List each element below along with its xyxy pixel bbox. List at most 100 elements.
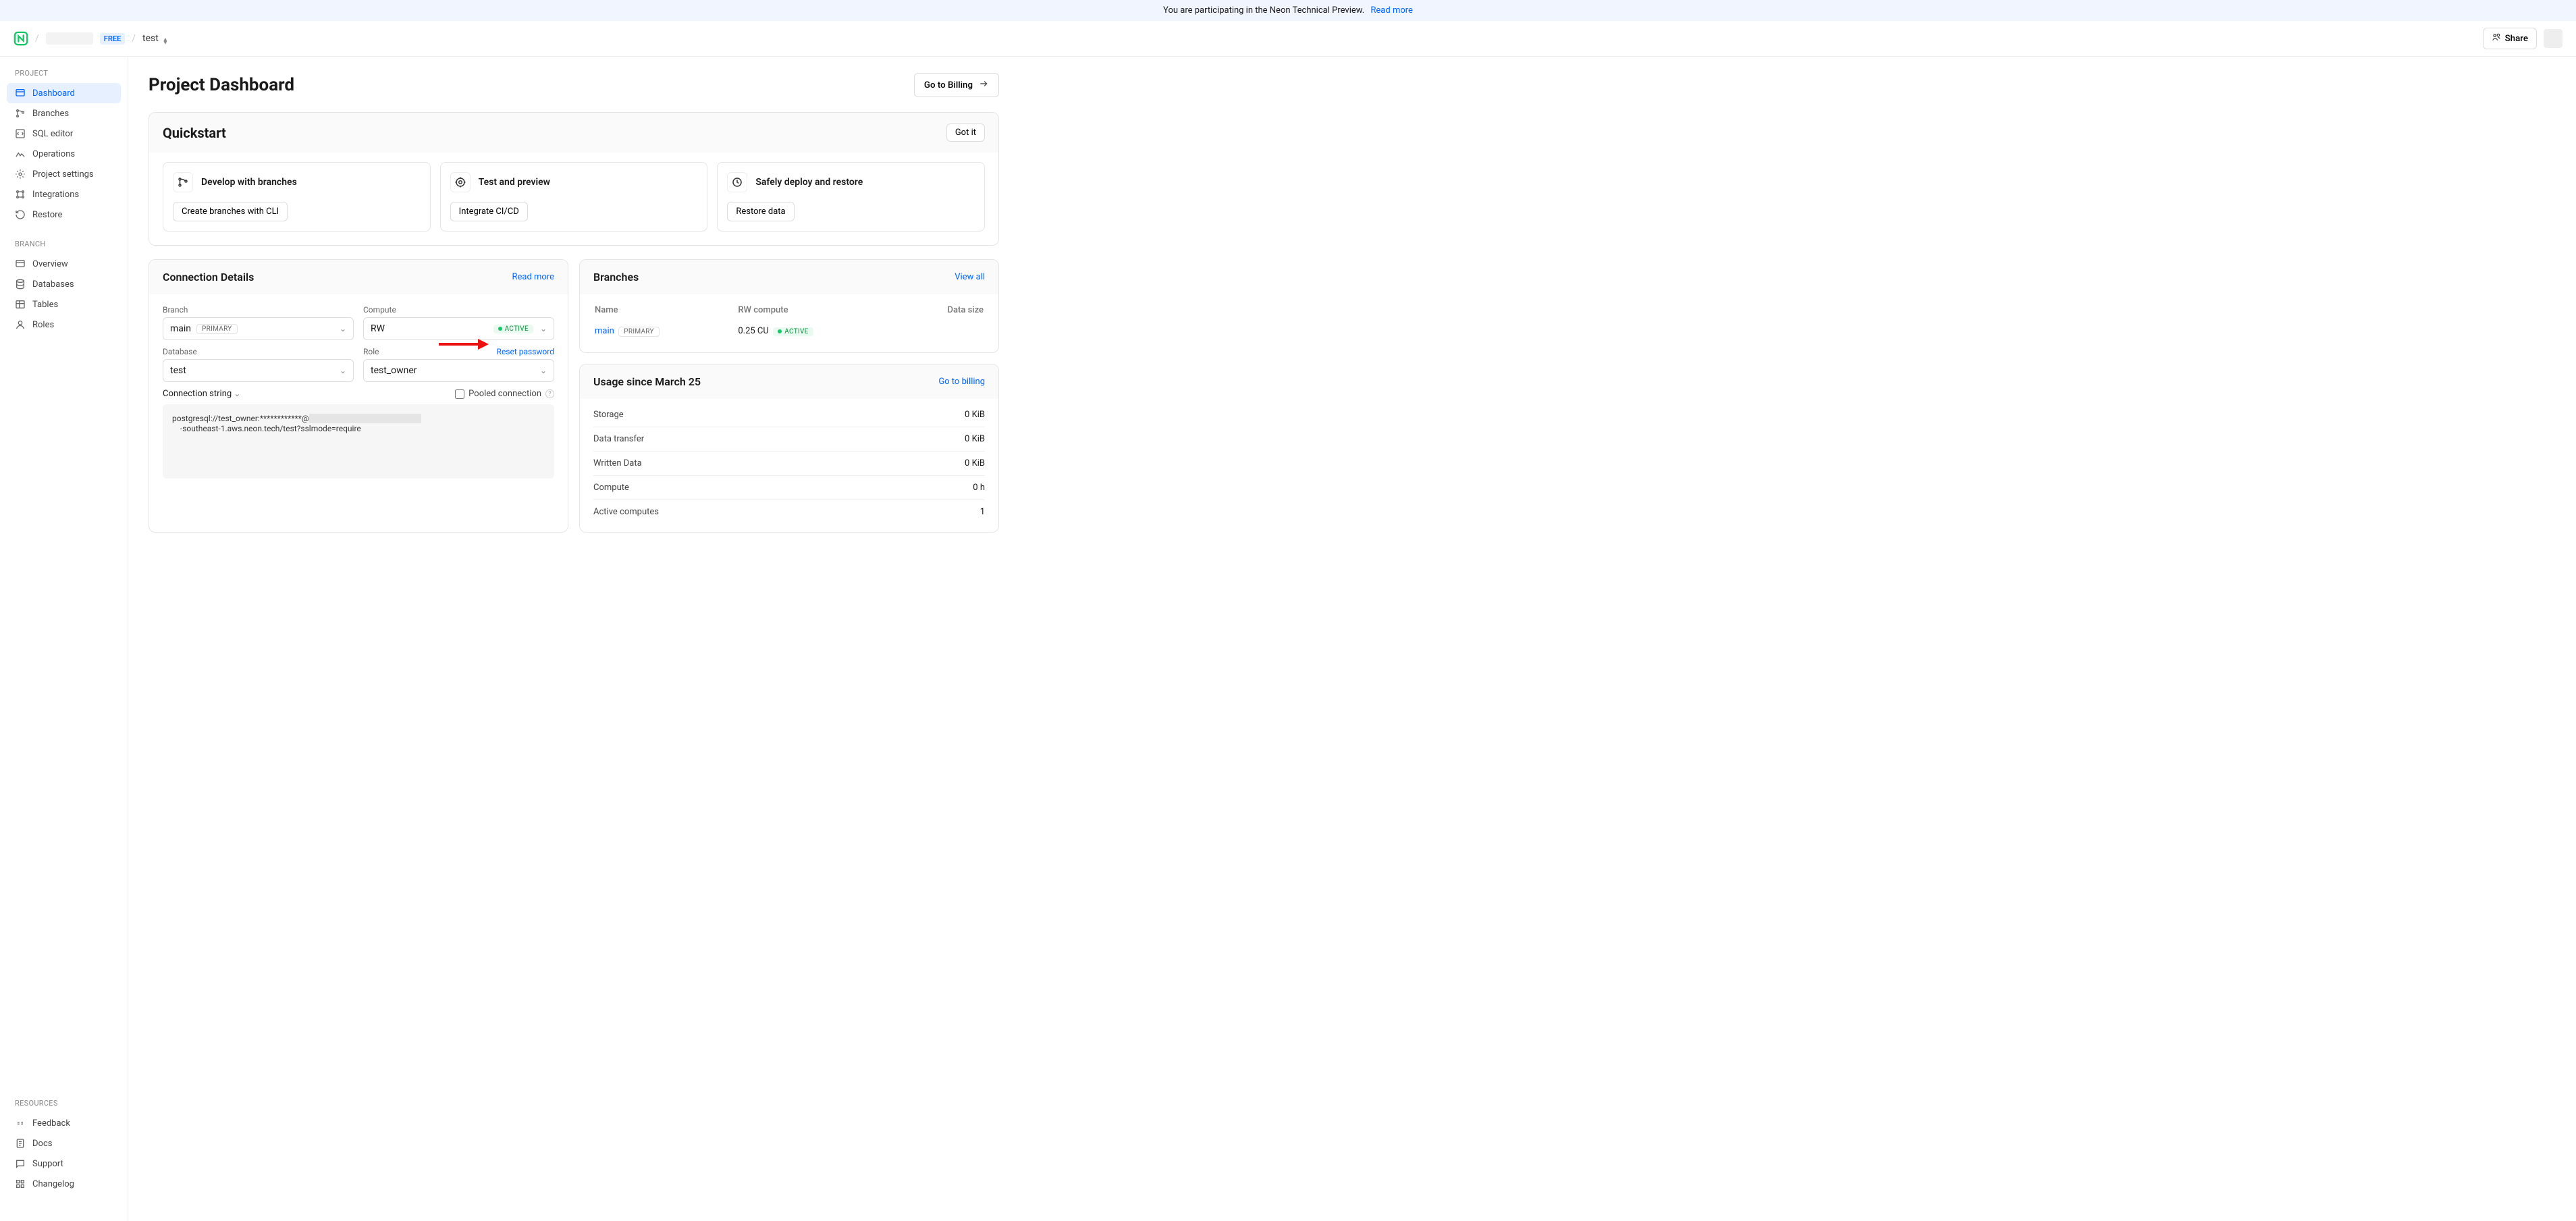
- quickstart-card: Quickstart Got it Develop with branches …: [149, 112, 999, 246]
- restore-data-button[interactable]: Restore data: [727, 202, 794, 221]
- branch-link[interactable]: main: [595, 326, 614, 336]
- active-badge: ACTIVE: [493, 325, 533, 333]
- branches-card: Branches View all Name RW compute Data s…: [579, 259, 999, 353]
- col-size: Data size: [905, 305, 984, 322]
- database-icon: [15, 279, 26, 290]
- sidebar-item-branches[interactable]: Branches: [7, 103, 121, 124]
- breadcrumb-sep: /: [132, 33, 136, 44]
- usage-row: Data transfer0 KiB: [593, 427, 985, 451]
- project-crumb[interactable]: test ▴▾: [142, 33, 167, 45]
- annotation-arrow-icon: [437, 337, 490, 351]
- integrate-cicd-button[interactable]: Integrate CI/CD: [450, 202, 528, 221]
- got-it-button[interactable]: Got it: [946, 124, 985, 142]
- chevron-down-icon: ⌄: [340, 366, 346, 375]
- sidebar-item-support[interactable]: Support: [7, 1154, 121, 1174]
- quickstart-title: Quickstart: [163, 125, 226, 141]
- usage-row: Active computes1: [593, 499, 985, 524]
- changelog-icon: [15, 1178, 26, 1189]
- sidebar-item-docs[interactable]: Docs: [7, 1133, 121, 1154]
- share-icon: [2492, 32, 2501, 45]
- plan-badge: FREE: [100, 33, 125, 45]
- pooled-connection-checkbox[interactable]: Pooled connection ?: [455, 389, 554, 399]
- preview-banner: You are participating in the Neon Techni…: [0, 0, 2576, 21]
- view-all-link[interactable]: View all: [955, 272, 985, 282]
- sidebar-item-restore[interactable]: Restore: [7, 205, 121, 225]
- share-button[interactable]: Share: [2483, 28, 2537, 49]
- primary-badge: PRIMARY: [196, 324, 238, 334]
- overview-icon: [15, 259, 26, 269]
- clock-restore-icon: [727, 172, 747, 192]
- topbar: / FREE / test ▴▾ Share: [0, 21, 2576, 57]
- read-more-link[interactable]: Read more: [512, 272, 554, 282]
- operations-icon: [15, 148, 26, 159]
- col-name: Name: [595, 305, 736, 322]
- docs-icon: [15, 1138, 26, 1149]
- sidebar-item-dashboard[interactable]: Dashboard: [7, 83, 121, 103]
- chevron-down-icon: ⌄: [540, 324, 547, 333]
- sidebar-item-tables[interactable]: Tables: [7, 294, 121, 315]
- arrow-right-icon: [978, 79, 989, 91]
- compute-label: Compute: [363, 305, 396, 315]
- quickstart-card-branches: Develop with branches Create branches wi…: [163, 162, 431, 232]
- chevron-down-icon: ⌄: [540, 366, 547, 375]
- sidebar-item-sql-editor[interactable]: SQL editor: [7, 124, 121, 144]
- chevron-down-icon: ⌄: [234, 389, 240, 398]
- org-name-redacted[interactable]: [46, 32, 93, 45]
- help-icon[interactable]: ?: [545, 389, 554, 398]
- sidebar-group-resources: RESOURCES: [7, 1099, 121, 1113]
- usage-title: Usage since March 25: [593, 375, 701, 388]
- neon-logo-icon[interactable]: [14, 31, 28, 46]
- branches-title: Branches: [593, 271, 639, 283]
- main-content: Project Dashboard Go to Billing Quicksta…: [128, 57, 1019, 1221]
- col-rw: RW compute: [738, 305, 903, 322]
- quickstart-card-restore: Safely deploy and restore Restore data: [717, 162, 985, 232]
- sidebar-item-roles[interactable]: Roles: [7, 315, 121, 335]
- reset-password-link[interactable]: Reset password: [497, 347, 554, 356]
- banner-read-more-link[interactable]: Read more: [1370, 5, 1413, 16]
- create-branches-cli-button[interactable]: Create branches with CLI: [173, 202, 288, 221]
- sidebar-item-databases[interactable]: Databases: [7, 274, 121, 294]
- compute-select[interactable]: RW ACTIVE⌄: [363, 317, 554, 340]
- breadcrumb-sep: /: [35, 33, 39, 44]
- test-icon: [450, 172, 471, 192]
- go-to-billing-button[interactable]: Go to Billing: [914, 73, 999, 97]
- sidebar-group-project: PROJECT: [7, 69, 121, 83]
- role-select[interactable]: test_owner ⌄: [363, 359, 554, 382]
- support-icon: [15, 1158, 26, 1169]
- table-row[interactable]: main PRIMARY 0.25 CU ACTIVE: [595, 323, 984, 339]
- page-title: Project Dashboard: [149, 75, 294, 95]
- updown-icon: ▴▾: [163, 38, 167, 45]
- user-avatar[interactable]: [2544, 29, 2562, 48]
- integrations-icon: [15, 189, 26, 200]
- usage-row: Compute0 h: [593, 475, 985, 499]
- sidebar-item-overview[interactable]: Overview: [7, 254, 121, 274]
- go-to-billing-link[interactable]: Go to billing: [938, 377, 985, 387]
- feedback-icon: [15, 1118, 26, 1129]
- usage-card: Usage since March 25 Go to billing Stora…: [579, 364, 999, 533]
- tables-icon: [15, 299, 26, 310]
- roles-icon: [15, 319, 26, 330]
- restore-icon: [15, 209, 26, 220]
- dashboard-icon: [15, 88, 26, 99]
- database-label: Database: [163, 347, 197, 356]
- database-select[interactable]: test ⌄: [163, 359, 354, 382]
- sidebar-group-branch: BRANCH: [7, 240, 121, 254]
- connection-string-toggle[interactable]: Connection string ⌄: [163, 389, 240, 399]
- sidebar: PROJECT Dashboard Branches SQL editor Op…: [0, 57, 128, 1221]
- gear-icon: [15, 169, 26, 180]
- sidebar-item-integrations[interactable]: Integrations: [7, 184, 121, 205]
- primary-badge: PRIMARY: [618, 327, 660, 337]
- sidebar-item-feedback[interactable]: Feedback: [7, 1113, 121, 1133]
- branches-icon: [173, 172, 193, 192]
- sidebar-item-project-settings[interactable]: Project settings: [7, 164, 121, 184]
- connection-string-code[interactable]: postgresql://test_owner:************@xxx…: [163, 404, 554, 479]
- sidebar-item-operations[interactable]: Operations: [7, 144, 121, 164]
- usage-row: Storage0 KiB: [593, 403, 985, 427]
- active-badge: ACTIVE: [773, 327, 813, 336]
- branch-label: Branch: [163, 305, 188, 315]
- quickstart-card-test: Test and preview Integrate CI/CD: [440, 162, 708, 232]
- branch-select[interactable]: mainPRIMARY ⌄: [163, 317, 354, 340]
- connection-details-title: Connection Details: [163, 271, 254, 283]
- sidebar-item-changelog[interactable]: Changelog: [7, 1174, 121, 1194]
- connection-details-card: Connection Details Read more Branch main…: [149, 259, 568, 533]
